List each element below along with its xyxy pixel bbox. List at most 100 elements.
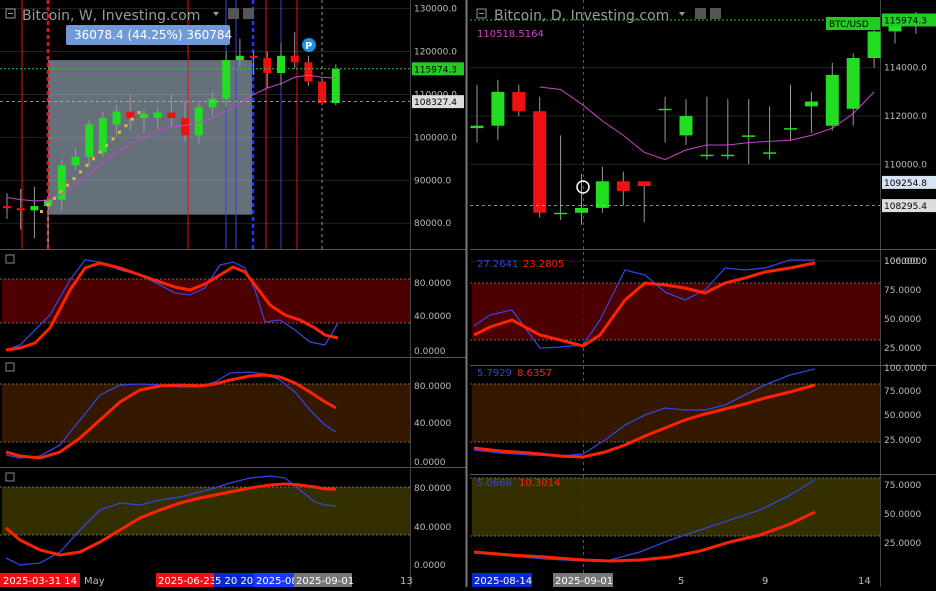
candle-body[interactable] <box>318 81 327 104</box>
left-time-axis[interactable]: 2025-03-31 14 May 2025-06-23 5 20 20 202… <box>0 573 413 587</box>
event-marker-label: P <box>305 41 312 52</box>
right-osc1-tick: 25.0000 <box>884 344 921 354</box>
right-osc1-k-value: 27.2641 <box>477 259 518 270</box>
trend-dot <box>66 183 69 187</box>
candle-body[interactable] <box>208 98 217 108</box>
trend-dot <box>131 117 134 121</box>
candle-body[interactable] <box>249 55 258 58</box>
candle-body[interactable] <box>304 62 313 82</box>
left-crosshair-price-label: 108327.4 <box>414 98 457 108</box>
left-osc1-tick: 80.0000 <box>414 279 451 289</box>
left-osc2-tick: 0.0000 <box>414 458 446 468</box>
candle-body[interactable] <box>126 111 135 119</box>
left-osc1-tick: 40.0000 <box>414 312 451 322</box>
left-osc2-tick: 40.0000 <box>414 419 451 429</box>
candle-body[interactable] <box>235 55 244 61</box>
candle-body[interactable] <box>679 116 693 136</box>
settings-icon[interactable] <box>228 8 239 19</box>
left-x-label: 13 <box>400 576 413 587</box>
candle-body[interactable] <box>71 156 80 166</box>
charts-svg: Bitcoin, W, Investing.com 36078.4 (44.25… <box>0 0 936 587</box>
left-last-price-badge: 115974.3 <box>412 62 464 76</box>
right-osc3-tick: 50.0000 <box>884 510 921 520</box>
right-crosshair-price-label: 109254.8 <box>884 179 927 189</box>
left-x-label: 2025-09-01 <box>296 576 354 587</box>
right-osc2-k-value: 5.7929 <box>477 368 512 379</box>
right-osc3-d-value: 10.3014 <box>519 478 560 489</box>
left-osc3-tick: 0.0000 <box>414 561 446 571</box>
event-marker[interactable]: P <box>302 38 316 52</box>
right-osc1-tick: 50.0000 <box>884 315 921 325</box>
right-osc2-tick: 75.0000 <box>884 387 921 397</box>
candle-body[interactable] <box>3 206 11 209</box>
right-osc1-tick: 75.0000 <box>884 286 921 296</box>
candle-body[interactable] <box>263 57 272 73</box>
candle-body[interactable] <box>470 125 484 129</box>
right-crosshair-price-label: 108295.4 <box>884 202 927 212</box>
left-x-label: 2025-08 <box>256 576 298 587</box>
measure-selection[interactable] <box>48 60 252 215</box>
trading-workspace: Bitcoin, W, Investing.com 36078.4 (44.25… <box>0 0 936 587</box>
candle-body[interactable] <box>112 111 121 125</box>
price-axis-tick: 120000.0 <box>414 48 457 58</box>
candle-body[interactable] <box>140 113 148 119</box>
candle-body[interactable] <box>763 152 777 154</box>
right-x-label: 14 <box>858 576 871 587</box>
left-osc3-tick: 80.0000 <box>414 484 451 494</box>
right-osc3-tick: 25.0000 <box>884 539 921 549</box>
candle-body[interactable] <box>595 181 609 208</box>
candle-body[interactable] <box>98 118 107 153</box>
candle-body[interactable] <box>533 111 547 213</box>
close-icon[interactable] <box>243 8 254 19</box>
candle-body[interactable] <box>16 208 25 211</box>
candle-body[interactable] <box>700 154 714 157</box>
trend-dot <box>79 170 82 174</box>
candle-body[interactable] <box>331 68 340 104</box>
candle-body[interactable] <box>658 108 672 111</box>
price-axis-tick: 110000.0 <box>884 160 927 170</box>
right-osc1-tick: 100.0000 <box>884 257 927 267</box>
trend-dot <box>40 210 43 213</box>
left-osc1-tick: 0.0000 <box>414 347 446 357</box>
trend-dot <box>98 150 102 154</box>
candle-body[interactable] <box>290 55 299 63</box>
candle-body[interactable] <box>616 181 630 191</box>
candle-body[interactable] <box>277 55 285 73</box>
candle-body[interactable] <box>181 118 190 136</box>
candle-body[interactable] <box>637 181 651 187</box>
candle-body[interactable] <box>222 60 231 99</box>
candle-body[interactable] <box>153 112 162 119</box>
candle-body[interactable] <box>742 135 756 137</box>
candle-body[interactable] <box>721 154 735 157</box>
candle-body[interactable] <box>554 212 568 215</box>
price-axis-tick: 112000.0 <box>884 112 927 122</box>
candle-body[interactable] <box>512 91 526 112</box>
price-axis-tick: 90000.0 <box>414 176 451 186</box>
right-osc1-d-value: 23.2805 <box>523 259 564 270</box>
trend-dot <box>53 196 56 200</box>
left-x-label: 2025-03-31 14 <box>3 576 77 587</box>
candle-body[interactable] <box>167 112 176 119</box>
settings-icon[interactable] <box>695 8 706 19</box>
right-osc2-d-value: 8.6357 <box>517 368 552 379</box>
right-chart-title: Bitcoin, D, Investing.com <box>494 8 669 24</box>
trend-dot <box>137 111 141 114</box>
left-x-label: May <box>84 576 105 587</box>
ticker-badge: BTC/USD <box>826 17 880 30</box>
candle-body[interactable] <box>85 124 94 157</box>
candle-body[interactable] <box>825 74 839 126</box>
close-icon[interactable] <box>710 8 721 19</box>
candle-body[interactable] <box>575 207 588 213</box>
trend-dot <box>46 203 50 207</box>
trend-dot <box>118 130 121 134</box>
candle-body[interactable] <box>784 128 797 130</box>
measure-tooltip-text: 36078.4 (44.25%) 360784 <box>74 28 232 42</box>
candle-body[interactable] <box>30 206 39 211</box>
trend-dot <box>72 177 76 180</box>
candle-body[interactable] <box>491 91 505 126</box>
ticker-badge-label: BTC/USD <box>829 20 869 30</box>
candle-body[interactable] <box>867 31 881 59</box>
candle-body[interactable] <box>846 58 860 109</box>
right-osc2-tick: 25.0000 <box>884 436 921 446</box>
candle-body[interactable] <box>804 101 818 107</box>
